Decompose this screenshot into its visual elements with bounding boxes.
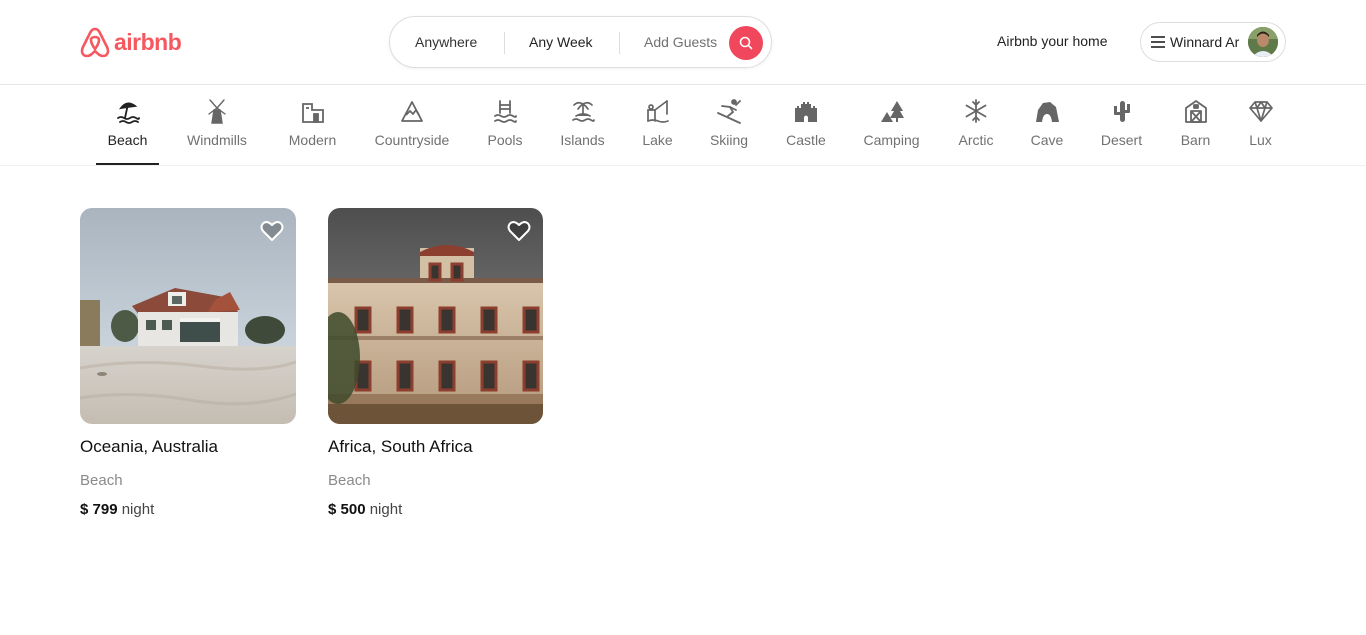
search-add-guests[interactable]: Add Guests: [644, 34, 717, 50]
airbnb-logo-icon: [80, 27, 110, 58]
category-label: Castle: [786, 132, 826, 148]
category-label: Skiing: [709, 132, 749, 148]
search-anywhere[interactable]: Anywhere: [415, 34, 477, 50]
listing-card[interactable]: Oceania, Australia Beach $ 799 night: [80, 208, 296, 518]
category-label: Beach: [107, 132, 148, 148]
listing-price: $ 799 night: [80, 501, 296, 518]
category-desert[interactable]: Desert: [1100, 86, 1143, 165]
snowflake-icon: [963, 97, 989, 125]
diamond-icon: [1248, 97, 1274, 125]
castle-icon: [793, 97, 819, 125]
windmill-icon: [204, 97, 230, 125]
barn-icon: [1183, 97, 1209, 125]
price-amount: $ 500: [328, 501, 366, 518]
category-modern[interactable]: Modern: [288, 86, 337, 165]
category-label: Pools: [487, 132, 523, 148]
lake-icon: [645, 97, 671, 125]
beach-icon: [115, 97, 141, 125]
category-label: Lux: [1249, 132, 1272, 148]
beach-house-photo[interactable]: [80, 208, 296, 424]
category-label: Barn: [1180, 132, 1211, 148]
user-menu-button[interactable]: Winnard Ar: [1140, 22, 1286, 62]
airbnb-your-home-link[interactable]: Airbnb your home: [997, 33, 1108, 49]
hamburger-icon: [1151, 36, 1165, 48]
cactus-icon: [1109, 97, 1135, 125]
heart-icon[interactable]: [260, 220, 284, 242]
category-label: Lake: [642, 132, 673, 148]
listing-category: Beach: [80, 472, 123, 489]
category-barn[interactable]: Barn: [1180, 86, 1211, 165]
category-skiing[interactable]: Skiing: [710, 86, 748, 165]
mountain-icon: [399, 97, 425, 125]
category-castle[interactable]: Castle: [786, 86, 826, 165]
category-cave[interactable]: Cave: [1031, 86, 1063, 165]
search-divider: [619, 32, 620, 54]
header: airbnb Anywhere Any Week Add Guests Airb…: [0, 0, 1366, 85]
category-lake[interactable]: Lake: [642, 86, 673, 165]
search-divider: [504, 32, 505, 54]
user-name: Winnard Ar: [1170, 34, 1240, 50]
modern-icon: [300, 97, 326, 125]
listing-title: Africa, South Africa: [328, 437, 473, 456]
heart-icon[interactable]: [507, 220, 531, 242]
category-countryside[interactable]: Countryside: [374, 86, 450, 165]
category-beach[interactable]: Beach: [96, 86, 159, 165]
category-label: Modern: [288, 132, 337, 148]
skiing-icon: [716, 97, 742, 125]
category-label: Islands: [560, 132, 605, 148]
price-amount: $ 799: [80, 501, 118, 518]
category-lux[interactable]: Lux: [1248, 86, 1273, 165]
listing-price: $ 500 night: [328, 501, 543, 518]
category-label: Camping: [863, 132, 920, 148]
category-pools[interactable]: Pools: [487, 86, 523, 165]
search-any-week[interactable]: Any Week: [529, 34, 593, 50]
category-islands[interactable]: Islands: [560, 86, 605, 165]
price-unit: night: [121, 501, 155, 518]
category-label: Windmills: [187, 132, 247, 148]
category-arctic[interactable]: Arctic: [957, 86, 995, 165]
listing-category: Beach: [328, 472, 371, 489]
listing-title: Oceania, Australia: [80, 437, 218, 456]
pool-icon: [492, 97, 518, 125]
category-label: Desert: [1100, 132, 1143, 148]
category-label: Countryside: [374, 132, 450, 148]
historic-building-photo[interactable]: [328, 208, 543, 424]
category-bar: Beach Windmills Modern Countryside Pools…: [0, 86, 1366, 166]
search-icon: [739, 36, 753, 50]
category-camping[interactable]: Camping: [863, 86, 920, 165]
category-windmills[interactable]: Windmills: [184, 86, 250, 165]
brand-name: airbnb: [114, 28, 182, 55]
search-button[interactable]: [729, 26, 763, 60]
avatar: [1248, 27, 1278, 57]
airbnb-logo[interactable]: airbnb: [80, 25, 182, 59]
island-icon: [570, 97, 596, 125]
cave-icon: [1034, 97, 1060, 125]
search-bar[interactable]: Anywhere Any Week Add Guests: [389, 16, 772, 68]
camping-icon: [879, 97, 905, 125]
category-label: Cave: [1030, 132, 1064, 148]
listing-card[interactable]: Africa, South Africa Beach $ 500 night: [328, 208, 543, 518]
category-label: Arctic: [958, 132, 994, 148]
price-unit: night: [369, 501, 403, 518]
